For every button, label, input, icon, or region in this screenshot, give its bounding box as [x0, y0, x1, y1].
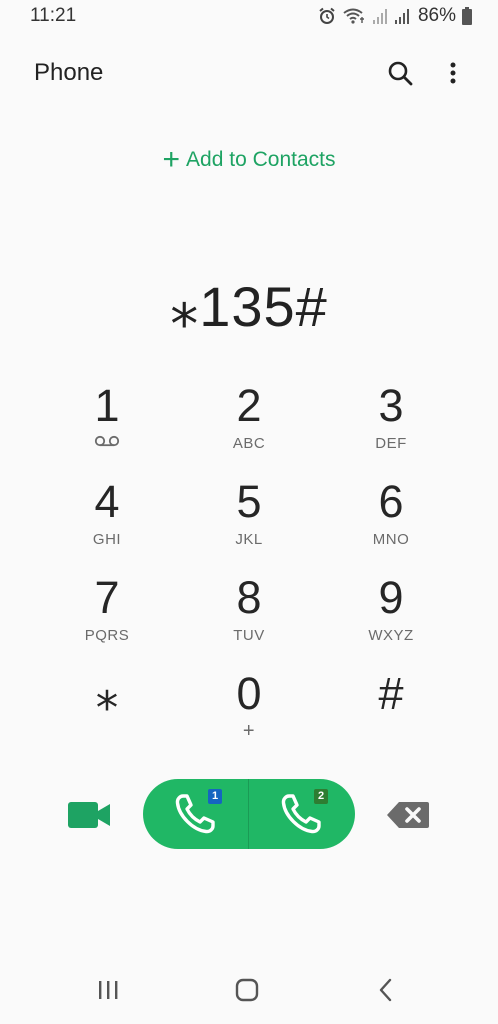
key-digit: 2: [236, 380, 262, 431]
key-digit: 6: [378, 476, 404, 527]
sim1-badge: 1: [208, 789, 222, 804]
key-digit: 5: [236, 476, 262, 527]
key-digit: 8: [236, 572, 262, 623]
navigation-bar: [0, 960, 498, 1020]
key-6[interactable]: 6 MNO: [321, 478, 461, 568]
voicemail-icon: [94, 435, 120, 447]
video-call-icon: [68, 802, 110, 828]
key-0[interactable]: 0 +: [179, 670, 319, 760]
backspace-button[interactable]: [385, 800, 431, 830]
key-letters: MNO: [372, 531, 410, 548]
dialed-number[interactable]: ⁎135#: [0, 274, 498, 340]
key-7[interactable]: 7 PQRS: [37, 574, 177, 664]
recent-apps-icon: [99, 981, 118, 999]
call-sim1-button[interactable]: 1: [143, 779, 248, 849]
back-icon: [379, 978, 392, 1002]
key-letters: GHI: [92, 531, 122, 548]
backspace-icon: [387, 802, 429, 828]
call-button-group: 1 2: [143, 779, 355, 849]
key-3[interactable]: 3 DEF: [321, 382, 461, 472]
key-digit: 3: [378, 380, 404, 431]
battery-icon: [462, 7, 472, 25]
add-to-contacts-label: Add to Contacts: [186, 148, 336, 171]
page-title: Phone: [34, 59, 104, 86]
key-8[interactable]: 8 TUV: [179, 574, 319, 664]
key-5[interactable]: 5 JKL: [179, 478, 319, 568]
search-button[interactable]: [383, 56, 417, 90]
key-digit: 1: [94, 380, 120, 431]
more-vert-icon: [450, 62, 456, 84]
key-digit: 0: [236, 668, 262, 719]
recent-apps-button[interactable]: [88, 978, 128, 1002]
key-digit: #: [378, 668, 404, 719]
status-bar: 11:21 86%: [0, 0, 498, 34]
key-letters: TUV: [233, 627, 265, 644]
key-digit: 7: [94, 572, 120, 623]
key-2[interactable]: 2 ABC: [179, 382, 319, 472]
key-star[interactable]: ⁎: [37, 670, 177, 760]
key-1[interactable]: 1: [37, 382, 177, 472]
signal-sim2-icon: [394, 9, 409, 24]
status-time: 11:21: [30, 5, 77, 26]
plus-icon: +: [162, 143, 181, 176]
more-options-button[interactable]: [440, 56, 466, 90]
key-letters: +: [242, 720, 256, 742]
battery-percent: 86%: [417, 5, 456, 26]
search-icon: [388, 61, 413, 86]
key-4[interactable]: 4 GHI: [37, 478, 177, 568]
key-letters: DEF: [375, 435, 407, 452]
key-digit: 4: [94, 476, 120, 527]
video-call-button[interactable]: [66, 796, 114, 834]
key-9[interactable]: 9 WXYZ: [321, 574, 461, 664]
call-sim2-button[interactable]: 2: [249, 779, 354, 849]
key-letters: ABC: [232, 435, 266, 452]
key-letters: JKL: [235, 531, 263, 548]
alarm-icon: [319, 7, 335, 24]
key-letters: PQRS: [84, 627, 130, 644]
sim2-badge: 2: [314, 789, 328, 804]
add-to-contacts-button[interactable]: + Add to Contacts: [0, 143, 498, 177]
key-letters: WXYZ: [368, 627, 414, 644]
key-digit: ⁎: [95, 668, 119, 719]
key-hash[interactable]: #: [321, 670, 461, 760]
home-button[interactable]: [227, 978, 267, 1002]
back-button[interactable]: [366, 978, 406, 1002]
key-digit: 9: [378, 572, 404, 623]
signal-sim1-icon: [372, 9, 387, 24]
home-icon: [235, 978, 259, 1002]
wifi-calling-icon: [343, 8, 364, 24]
status-icons: 86%: [318, 5, 472, 27]
